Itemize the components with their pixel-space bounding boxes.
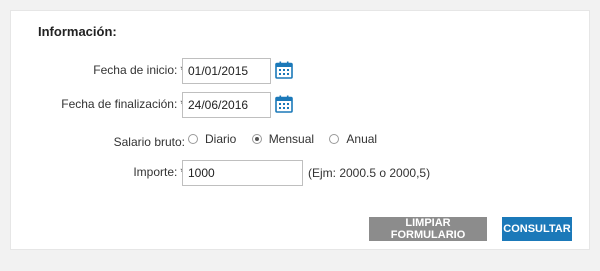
fecha-fin-input[interactable] xyxy=(182,92,271,118)
fecha-inicio-row: Fecha de inicio:* xyxy=(11,58,589,84)
fecha-inicio-input[interactable] xyxy=(182,58,271,84)
importe-label: Importe:* xyxy=(133,165,185,179)
radio-mensual[interactable] xyxy=(251,134,262,144)
fecha-fin-row: Fecha de finalización:* xyxy=(11,92,589,118)
radio-mensual-label: Mensual xyxy=(268,132,315,146)
importe-row: Importe:* (Ejm: 2000.5 o 2000,5) xyxy=(11,160,589,186)
radio-anual-label: Anual xyxy=(346,132,378,146)
radio-diario-label: Diario xyxy=(205,132,237,146)
radio-anual[interactable] xyxy=(329,134,340,144)
fecha-fin-label: Fecha de finalización:* xyxy=(61,97,185,111)
importe-input[interactable] xyxy=(182,160,303,186)
consultar-button[interactable]: CONSULTAR xyxy=(502,217,572,241)
radio-option-mensual[interactable]: Mensual xyxy=(251,132,315,146)
section-title: Información: xyxy=(38,24,117,39)
radio-option-diario[interactable]: Diario xyxy=(188,132,236,146)
salario-row: Salario bruto: Diario Mensual Anual xyxy=(11,129,589,155)
info-panel: Información: Fecha de inicio:* Fecha de … xyxy=(10,10,590,250)
clear-form-button[interactable]: LIMPIAR FORMULARIO xyxy=(369,217,487,241)
radio-option-anual[interactable]: Anual xyxy=(329,132,377,146)
salario-radio-group: Diario Mensual Anual xyxy=(188,132,389,146)
radio-diario[interactable] xyxy=(188,134,198,144)
importe-hint: (Ejm: 2000.5 o 2000,5) xyxy=(308,166,431,180)
salario-label: Salario bruto: xyxy=(113,135,185,149)
calendar-icon[interactable] xyxy=(274,94,294,114)
fecha-inicio-label: Fecha de inicio:* xyxy=(93,63,185,77)
calendar-icon[interactable] xyxy=(274,60,294,80)
